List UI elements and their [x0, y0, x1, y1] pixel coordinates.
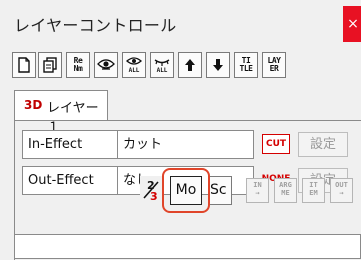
window-title: レイヤーコントロール: [14, 16, 177, 35]
out-arrow-button[interactable]: OUT →: [330, 178, 353, 203]
rename-button[interactable]: Re Nm: [66, 52, 90, 78]
eye-icon[interactable]: [94, 52, 118, 78]
arrange-button[interactable]: ARG ME: [274, 178, 297, 203]
move-up-icon[interactable]: [178, 52, 202, 78]
title-button-label: TI TLE: [239, 56, 253, 73]
3d-badge: 3D: [24, 98, 43, 112]
move-down-icon[interactable]: [206, 52, 230, 78]
in-effect-settings-button[interactable]: 設定: [298, 132, 348, 157]
cut-badge: CUT: [262, 134, 290, 154]
title-button[interactable]: TI TLE: [234, 52, 258, 78]
in-effect-row: In-Effect カット CUT 設定: [22, 130, 361, 159]
dimension-toggle-icon[interactable]: 2 3: [140, 176, 162, 204]
sc-button[interactable]: Sc: [210, 176, 232, 205]
item-list[interactable]: [14, 234, 361, 259]
show-all-icon[interactable]: ALL: [122, 52, 146, 78]
layer-button[interactable]: LAY ER: [262, 52, 286, 78]
in-arrow-button[interactable]: IN →: [246, 178, 269, 203]
layer-button-label: LAY ER: [267, 56, 281, 73]
hide-all-icon[interactable]: ALL: [150, 52, 174, 78]
in-effect-label: In-Effect: [22, 130, 118, 159]
out-effect-label: Out-Effect: [22, 166, 118, 195]
svg-text:ALL: ALL: [129, 67, 140, 74]
close-button[interactable]: ×: [343, 6, 361, 42]
title-bar: レイヤーコントロール ×: [0, 0, 361, 44]
in-effect-value[interactable]: カット: [117, 130, 254, 159]
new-icon[interactable]: [12, 52, 36, 78]
tab-layer-1[interactable]: 3D レイヤー１: [14, 90, 108, 135]
svg-text:ALL: ALL: [157, 67, 168, 74]
mo-button[interactable]: Mo: [170, 176, 202, 205]
rename-label: Re Nm: [73, 56, 83, 73]
copy-icon[interactable]: [38, 52, 62, 78]
svg-text:3: 3: [150, 190, 158, 203]
item-button[interactable]: IT EM: [302, 178, 325, 203]
